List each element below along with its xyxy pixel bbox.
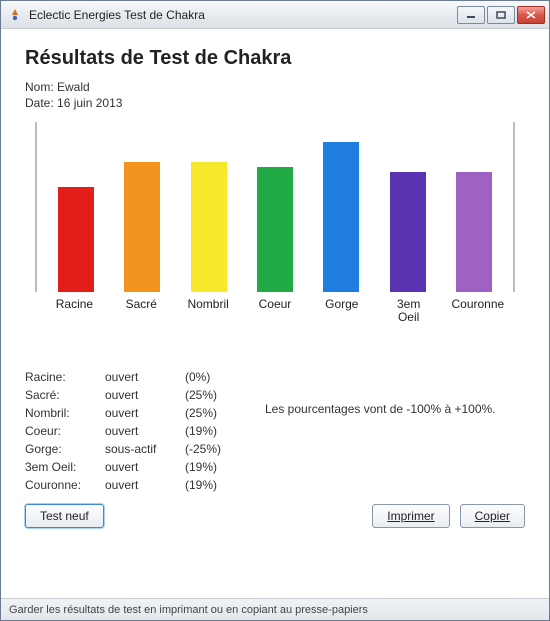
meta-name-label: Nom: xyxy=(25,80,54,94)
result-status: ouvert xyxy=(105,406,185,420)
meta-date-row: Date: 16 juin 2013 xyxy=(25,96,525,110)
result-pct: (19%) xyxy=(185,478,245,492)
chart-bar xyxy=(456,172,492,292)
chart-bar-label: Nombril xyxy=(184,298,232,324)
titlebar: Eclectic Energies Test de Chakra xyxy=(1,1,549,29)
chart-bar-label: Couronne xyxy=(451,298,499,324)
button-row: Test neuf Imprimer Copier xyxy=(25,504,525,536)
meta-name-row: Nom: Ewald xyxy=(25,80,525,94)
result-pct: (19%) xyxy=(185,460,245,474)
result-pct: (19%) xyxy=(185,424,245,438)
results-table: Racine:ouvert(0%)Sacré:ouvert(25%)Nombri… xyxy=(25,370,245,492)
chart-frame xyxy=(35,122,515,292)
page-title: Résultats de Test de Chakra xyxy=(25,47,525,70)
app-window: Eclectic Energies Test de Chakra Résulta… xyxy=(0,0,550,621)
print-label: Imprimer xyxy=(387,509,434,523)
minimize-button[interactable] xyxy=(457,6,485,24)
chart-bar xyxy=(58,187,94,292)
copy-button[interactable]: Copier xyxy=(460,504,525,528)
result-status: ouvert xyxy=(105,424,185,438)
result-name: Gorge: xyxy=(25,442,105,456)
chart-bar xyxy=(323,142,359,292)
chart-bar-label: Sacré xyxy=(117,298,165,324)
result-status: ouvert xyxy=(105,460,185,474)
new-test-label: Test neuf xyxy=(40,509,89,523)
result-pct: (0%) xyxy=(185,370,245,384)
result-status: ouvert xyxy=(105,388,185,402)
chart-x-labels: Racine Sacré Nombril Coeur Gorge 3em Oeil Cour… xyxy=(35,292,515,324)
copy-label: Copier xyxy=(475,509,510,523)
chart-bar xyxy=(124,162,160,292)
chart-bar xyxy=(390,172,426,292)
status-text: Garder les résultats de test en impriman… xyxy=(9,604,368,616)
result-name: Couronne: xyxy=(25,478,105,492)
content-area: Résultats de Test de Chakra Nom: Ewald D… xyxy=(1,29,549,598)
window-controls xyxy=(457,6,545,24)
chart-bar xyxy=(257,167,293,292)
chart-bar-label: Gorge xyxy=(318,298,366,324)
chart-area: Racine Sacré Nombril Coeur Gorge 3em Oeil Cour… xyxy=(25,122,525,342)
result-status: ouvert xyxy=(105,370,185,384)
new-test-button[interactable]: Test neuf xyxy=(25,504,104,528)
result-name: Racine: xyxy=(25,370,105,384)
result-name: Coeur: xyxy=(25,424,105,438)
statusbar: Garder les résultats de test en impriman… xyxy=(1,598,549,620)
maximize-button[interactable] xyxy=(487,6,515,24)
result-status: ouvert xyxy=(105,478,185,492)
chart-bar xyxy=(191,162,227,292)
result-pct: (25%) xyxy=(185,406,245,420)
chart-bar-label: Coeur xyxy=(251,298,299,324)
window-title: Eclectic Energies Test de Chakra xyxy=(29,8,457,22)
result-name: Nombril: xyxy=(25,406,105,420)
meta-date-value: 16 juin 2013 xyxy=(57,96,122,110)
close-button[interactable] xyxy=(517,6,545,24)
print-button[interactable]: Imprimer xyxy=(372,504,449,528)
result-name: Sacré: xyxy=(25,388,105,402)
meta-block: Nom: Ewald Date: 16 juin 2013 xyxy=(25,80,525,112)
percent-note: Les pourcentages vont de -100% à +100%. xyxy=(245,370,525,416)
result-pct: (25%) xyxy=(185,388,245,402)
meta-name-value: Ewald xyxy=(57,80,90,94)
result-status: sous-actif xyxy=(105,442,185,456)
app-icon xyxy=(7,7,23,23)
meta-date-label: Date: xyxy=(25,96,54,110)
result-pct: (-25%) xyxy=(185,442,245,456)
results-row: Racine:ouvert(0%)Sacré:ouvert(25%)Nombri… xyxy=(25,370,525,492)
chart-bar-label: 3em Oeil xyxy=(385,298,433,324)
result-name: 3em Oeil: xyxy=(25,460,105,474)
chart-bar-label: Racine xyxy=(50,298,98,324)
